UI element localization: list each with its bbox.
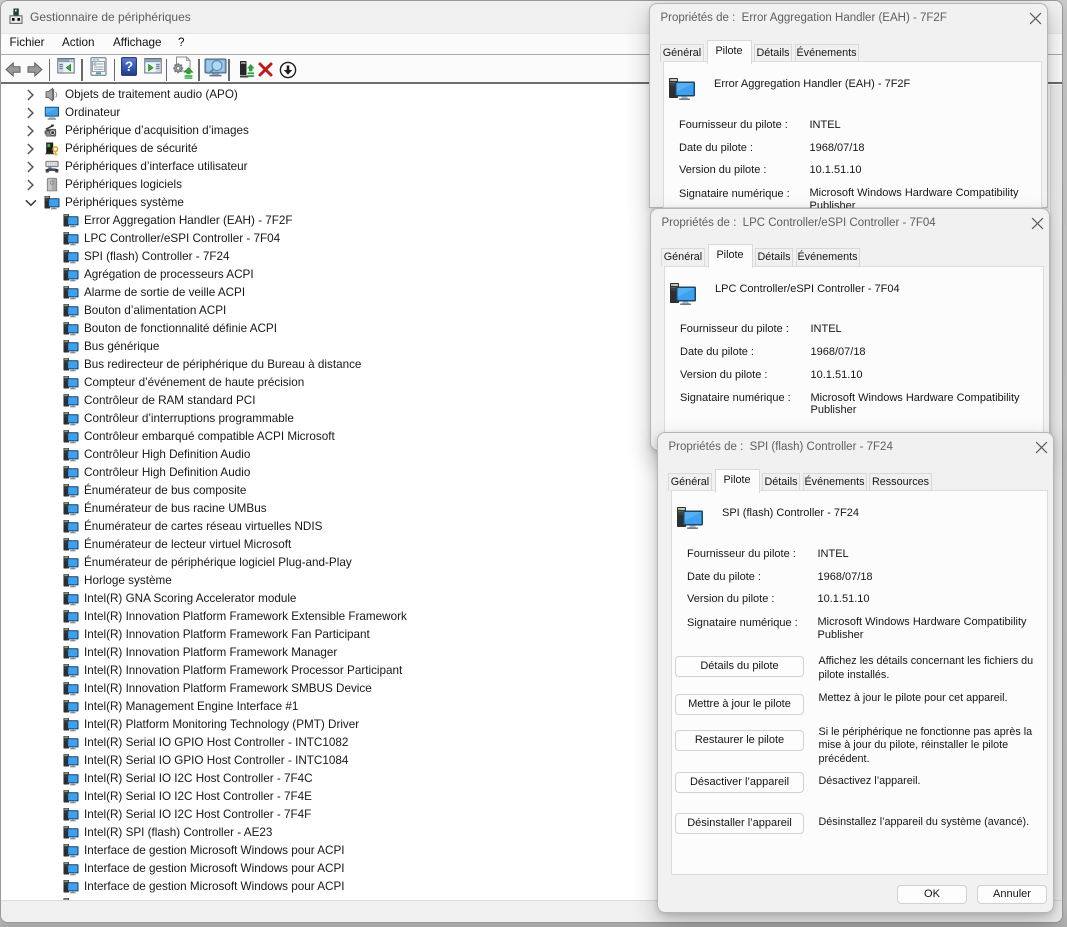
svg-text:?: ? (125, 59, 133, 74)
